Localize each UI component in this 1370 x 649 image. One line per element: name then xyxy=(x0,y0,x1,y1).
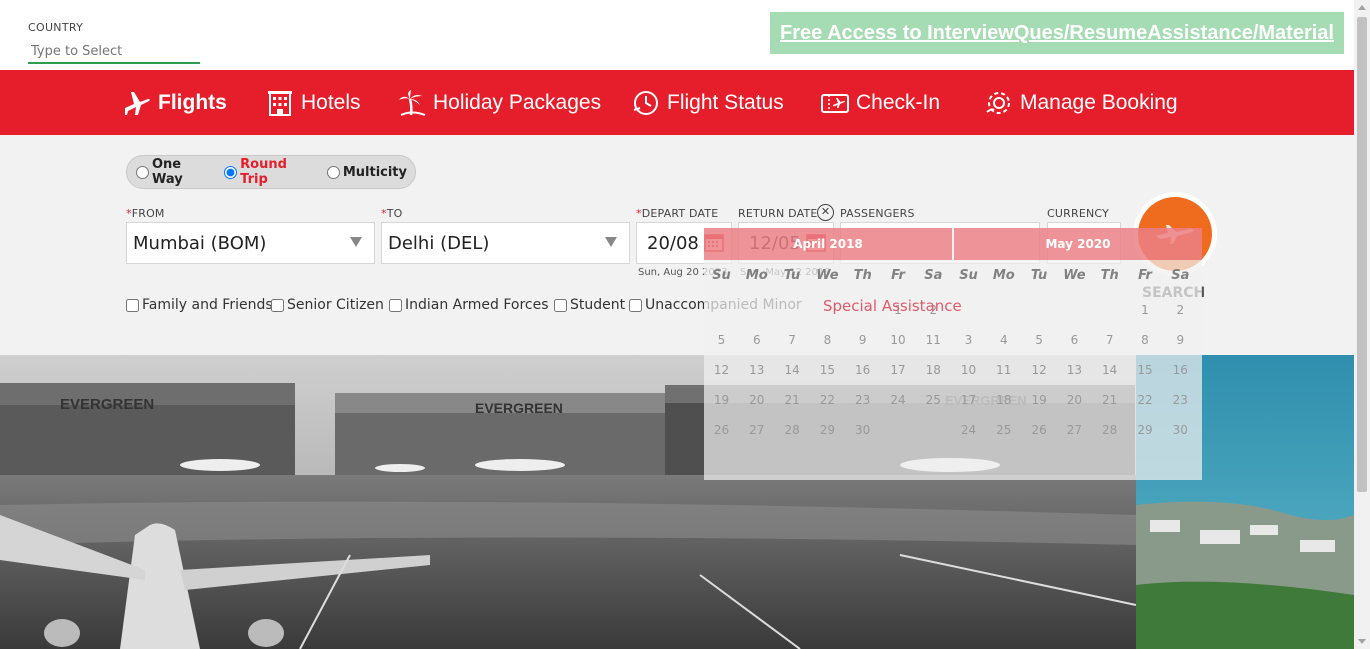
family-friends-checkbox[interactable] xyxy=(126,298,139,312)
unaccompanied-minor-checkbox[interactable] xyxy=(629,298,642,312)
country-label: COUNTRY xyxy=(28,21,84,34)
multicity-label: Multicity xyxy=(342,164,407,180)
passengers-select[interactable] xyxy=(840,222,1040,264)
promo-link[interactable]: Free Access to InterviewQues/ResumeAssis… xyxy=(780,22,1334,45)
option-label: Family and Friends xyxy=(142,297,273,313)
return-label: RETURN DATE xyxy=(738,207,818,220)
option-student[interactable]: Student xyxy=(554,297,625,313)
depart-label-text: DEPART DATE xyxy=(641,207,719,220)
to-label: *TO xyxy=(381,207,403,220)
building-icon xyxy=(268,90,292,116)
nav-flight-status[interactable]: Flight Status xyxy=(631,70,784,135)
from-label-text: FROM xyxy=(131,207,165,220)
nav-hotels[interactable]: Hotels xyxy=(265,70,361,135)
option-senior-citizen[interactable]: Senior Citizen xyxy=(271,297,384,313)
nav-check-in[interactable]: Check-In xyxy=(820,70,940,135)
promo-banner: Free Access to InterviewQues/ResumeAssis… xyxy=(770,12,1344,54)
depart-date-input[interactable]: 20/08 xyxy=(636,222,732,264)
option-unaccompanied-minor[interactable]: Unaccompanied Minor xyxy=(629,297,802,313)
option-label: Senior Citizen xyxy=(287,297,384,313)
svg-text:EVERGREEN: EVERGREEN xyxy=(475,400,563,416)
nav-flights[interactable]: Flights xyxy=(122,70,227,135)
nav-holiday-label: Holiday Packages xyxy=(433,90,602,114)
gear-icon xyxy=(986,91,1010,114)
search-button[interactable] xyxy=(1133,192,1217,276)
nav-flight-status-label: Flight Status xyxy=(667,90,784,114)
armed-forces-checkbox[interactable] xyxy=(389,298,402,312)
hero-image: EVERGREEN EVERGREEN EVERGREEN xyxy=(0,355,1354,649)
return-subtext: Sun, May 12 2019 xyxy=(740,267,831,278)
option-label: Indian Armed Forces xyxy=(405,297,549,313)
currency-label: CURRENCY xyxy=(1047,207,1110,220)
depart-label: *DEPART DATE xyxy=(636,207,719,220)
return-value: 12/05 xyxy=(749,232,801,254)
scroll-thumb[interactable] xyxy=(1357,17,1367,492)
one-way-label: One Way xyxy=(152,157,183,187)
airport-photo: EVERGREEN EVERGREEN EVERGREEN xyxy=(0,355,1354,649)
from-label: *FROM xyxy=(126,207,165,220)
student-checkbox[interactable] xyxy=(554,298,567,312)
multicity-radio[interactable] xyxy=(326,165,340,179)
chevron-down-icon xyxy=(350,237,362,247)
trip-type-selector: One Way Round Trip Multicity xyxy=(126,155,416,189)
nav-manage-booking-label: Manage Booking xyxy=(1020,90,1178,114)
ticket-icon xyxy=(821,93,849,113)
option-family-friends[interactable]: Family and Friends xyxy=(126,297,273,313)
top-bar: COUNTRY Free Access to InterviewQues/Res… xyxy=(0,0,1354,70)
trip-multicity[interactable]: Multicity xyxy=(326,164,407,180)
clock-icon xyxy=(633,90,658,115)
nav-check-in-label: Check-In xyxy=(856,90,941,114)
depart-value: 20/08 xyxy=(647,232,699,254)
from-value: Mumbai (BOM) xyxy=(133,232,267,254)
to-select[interactable]: Delhi (DEL) xyxy=(381,222,630,264)
main-nav: Flights Hotels Holiday Packages Flight S… xyxy=(0,70,1354,135)
option-armed-forces[interactable]: Indian Armed Forces xyxy=(389,297,549,313)
to-label-text: TO xyxy=(386,207,403,220)
nav-manage-booking[interactable]: Manage Booking xyxy=(984,70,1178,135)
depart-subtext: Sun, Aug 20 2023 xyxy=(638,267,728,278)
chevron-down-icon xyxy=(605,237,617,247)
passengers-label: PASSENGERS xyxy=(840,207,915,220)
nav-hotels-label: Hotels xyxy=(301,90,361,114)
nav-flights-label: Flights xyxy=(158,90,227,114)
plane-icon xyxy=(1156,225,1194,244)
senior-citizen-checkbox[interactable] xyxy=(271,298,284,312)
currency-select[interactable] xyxy=(1047,222,1121,264)
to-value: Delhi (DEL) xyxy=(388,232,490,254)
option-label: Unaccompanied Minor xyxy=(645,297,802,313)
page-scrollbar[interactable] xyxy=(1354,0,1370,649)
trip-round-trip[interactable]: Round Trip xyxy=(224,157,319,187)
round-trip-label: Round Trip xyxy=(240,157,287,187)
country-input[interactable] xyxy=(28,40,200,64)
clear-return-icon[interactable]: ✕ xyxy=(817,204,834,221)
from-select[interactable]: Mumbai (BOM) xyxy=(126,222,375,264)
scroll-down-arrow[interactable] xyxy=(1358,639,1366,644)
palm-tree-icon xyxy=(399,89,426,116)
plane-icon xyxy=(125,91,150,115)
special-assistance-link[interactable]: Special Assistance xyxy=(823,297,962,315)
calendar-icon[interactable] xyxy=(805,231,827,253)
trip-one-way[interactable]: One Way xyxy=(136,157,216,187)
calendar-icon[interactable] xyxy=(703,231,725,253)
option-label: Student xyxy=(570,297,626,313)
search-label: SEARCH xyxy=(1142,285,1206,301)
scroll-up-arrow[interactable] xyxy=(1358,5,1366,10)
return-date-input[interactable]: 12/05 xyxy=(738,222,834,264)
one-way-radio[interactable] xyxy=(136,165,149,179)
svg-text:EVERGREEN: EVERGREEN xyxy=(945,393,1027,408)
nav-holiday-packages[interactable]: Holiday Packages xyxy=(397,70,601,135)
search-form: One Way Round Trip Multicity *FROM Mumba… xyxy=(0,135,1354,355)
svg-text:EVERGREEN: EVERGREEN xyxy=(60,396,154,413)
round-trip-radio[interactable] xyxy=(224,165,238,179)
